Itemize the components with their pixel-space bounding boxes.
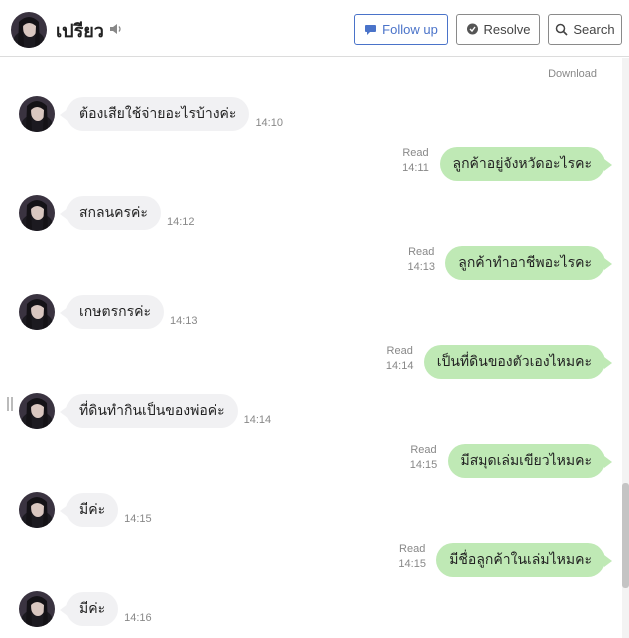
message-time: 14:15 bbox=[124, 513, 152, 525]
sender-avatar[interactable] bbox=[19, 96, 55, 132]
message-bubble[interactable]: มีค่ะ bbox=[59, 592, 119, 626]
message-time: 14:12 bbox=[166, 216, 195, 228]
outgoing-message: มีชื่อลูกค้าในเล่มไหมคะ Read 14:15 bbox=[0, 542, 622, 582]
message-time: 14:13 bbox=[169, 315, 198, 327]
message-bubble[interactable]: ลูกค้าอยู่จังหวัดอะไรคะ bbox=[439, 147, 612, 181]
message-bubble[interactable]: ที่ดินทำกินเป็นของพ่อค่ะ bbox=[60, 394, 238, 428]
sender-avatar[interactable] bbox=[19, 492, 55, 528]
sender-avatar[interactable] bbox=[19, 393, 55, 429]
message-bubble[interactable]: เป็นที่ดินของตัวเองไหมคะ bbox=[423, 345, 613, 379]
follow-up-button[interactable]: Follow up bbox=[354, 14, 448, 45]
search-icon bbox=[556, 23, 568, 36]
message-time: 14:13 bbox=[407, 261, 436, 273]
message-meta: Read 14:11 bbox=[396, 146, 436, 176]
sender-avatar[interactable] bbox=[19, 195, 55, 231]
incoming-message: เกษตรกรค่ะ 14:13 bbox=[0, 294, 622, 334]
message-time: 14:10 bbox=[255, 117, 283, 129]
read-status: Read bbox=[386, 345, 413, 357]
outgoing-message: ลูกค้าอยู่จังหวัดอะไรคะ Read 14:11 bbox=[0, 146, 622, 186]
sender-avatar[interactable] bbox=[19, 591, 55, 627]
message-time: 14:11 bbox=[402, 162, 429, 174]
chat-bubble-icon bbox=[365, 25, 377, 35]
download-link[interactable]: Download bbox=[548, 68, 597, 80]
read-status: Read bbox=[402, 147, 429, 159]
search-button[interactable]: Search bbox=[548, 14, 622, 45]
incoming-message: มีค่ะ 14:15 bbox=[0, 492, 622, 532]
message-time: 14:14 bbox=[385, 360, 414, 372]
resolve-button[interactable]: Resolve bbox=[456, 14, 540, 45]
message-meta: Read 14:14 bbox=[380, 344, 420, 374]
contact-name: เปรียว bbox=[56, 21, 104, 42]
incoming-message: ที่ดินทำกินเป็นของพ่อค่ะ 14:14 bbox=[0, 393, 622, 433]
message-bubble[interactable]: มีค่ะ bbox=[59, 493, 119, 527]
outgoing-message: ลูกค้าทำอาชีพอะไรคะ Read 14:13 bbox=[0, 245, 622, 285]
chat-scrollbar[interactable] bbox=[622, 58, 629, 638]
message-meta: Read 14:15 bbox=[404, 443, 444, 473]
chat-message-area[interactable]: Download ต้องเสียใช้จ่ายอะไรบ้างค่ะ 14:10… bbox=[0, 58, 629, 638]
message-bubble[interactable]: ต้องเสียใช้จ่ายอะไรบ้างค่ะ bbox=[59, 97, 250, 131]
chat-header: เปรียว Follow up Resolve Search bbox=[0, 0, 629, 57]
message-bubble[interactable]: สกลนครค่ะ bbox=[60, 196, 161, 230]
message-time: 14:14 bbox=[243, 414, 272, 426]
message-bubble[interactable]: มีชื่อลูกค้าในเล่มไหมคะ bbox=[436, 543, 612, 577]
message-bubble[interactable]: มีสมุดเล่มเขียวไหมคะ bbox=[447, 444, 612, 478]
message-meta: Read 14:15 bbox=[392, 542, 432, 572]
resize-handle[interactable] bbox=[7, 397, 13, 411]
message-meta: Read 14:13 bbox=[401, 245, 441, 275]
message-bubble[interactable]: ลูกค้าทำอาชีพอะไรคะ bbox=[445, 246, 612, 280]
contact-avatar[interactable] bbox=[11, 12, 47, 52]
message-bubble[interactable]: เกษตรกรค่ะ bbox=[60, 295, 164, 329]
message-time: 14:15 bbox=[409, 459, 438, 471]
incoming-message: มีค่ะ 14:16 bbox=[0, 591, 622, 631]
resolve-label: Resolve bbox=[483, 22, 531, 37]
sender-avatar[interactable] bbox=[19, 294, 55, 330]
scrollbar-thumb[interactable] bbox=[622, 483, 629, 588]
message-check-icon bbox=[466, 23, 478, 35]
incoming-message: สกลนครค่ะ 14:12 bbox=[0, 195, 622, 235]
message-time: 14:16 bbox=[124, 612, 152, 624]
read-status: Read bbox=[410, 444, 437, 456]
outgoing-message: มีสมุดเล่มเขียวไหมคะ Read 14:15 bbox=[0, 443, 622, 483]
follow-up-label: Follow up bbox=[382, 22, 438, 37]
read-status: Read bbox=[408, 246, 435, 258]
message-time: 14:15 bbox=[398, 558, 426, 570]
speaker-icon[interactable] bbox=[109, 22, 123, 36]
read-status: Read bbox=[399, 543, 426, 555]
outgoing-message: เป็นที่ดินของตัวเองไหมคะ Read 14:14 bbox=[0, 344, 622, 384]
incoming-message: ต้องเสียใช้จ่ายอะไรบ้างค่ะ 14:10 bbox=[0, 96, 622, 136]
search-label: Search bbox=[573, 22, 615, 37]
